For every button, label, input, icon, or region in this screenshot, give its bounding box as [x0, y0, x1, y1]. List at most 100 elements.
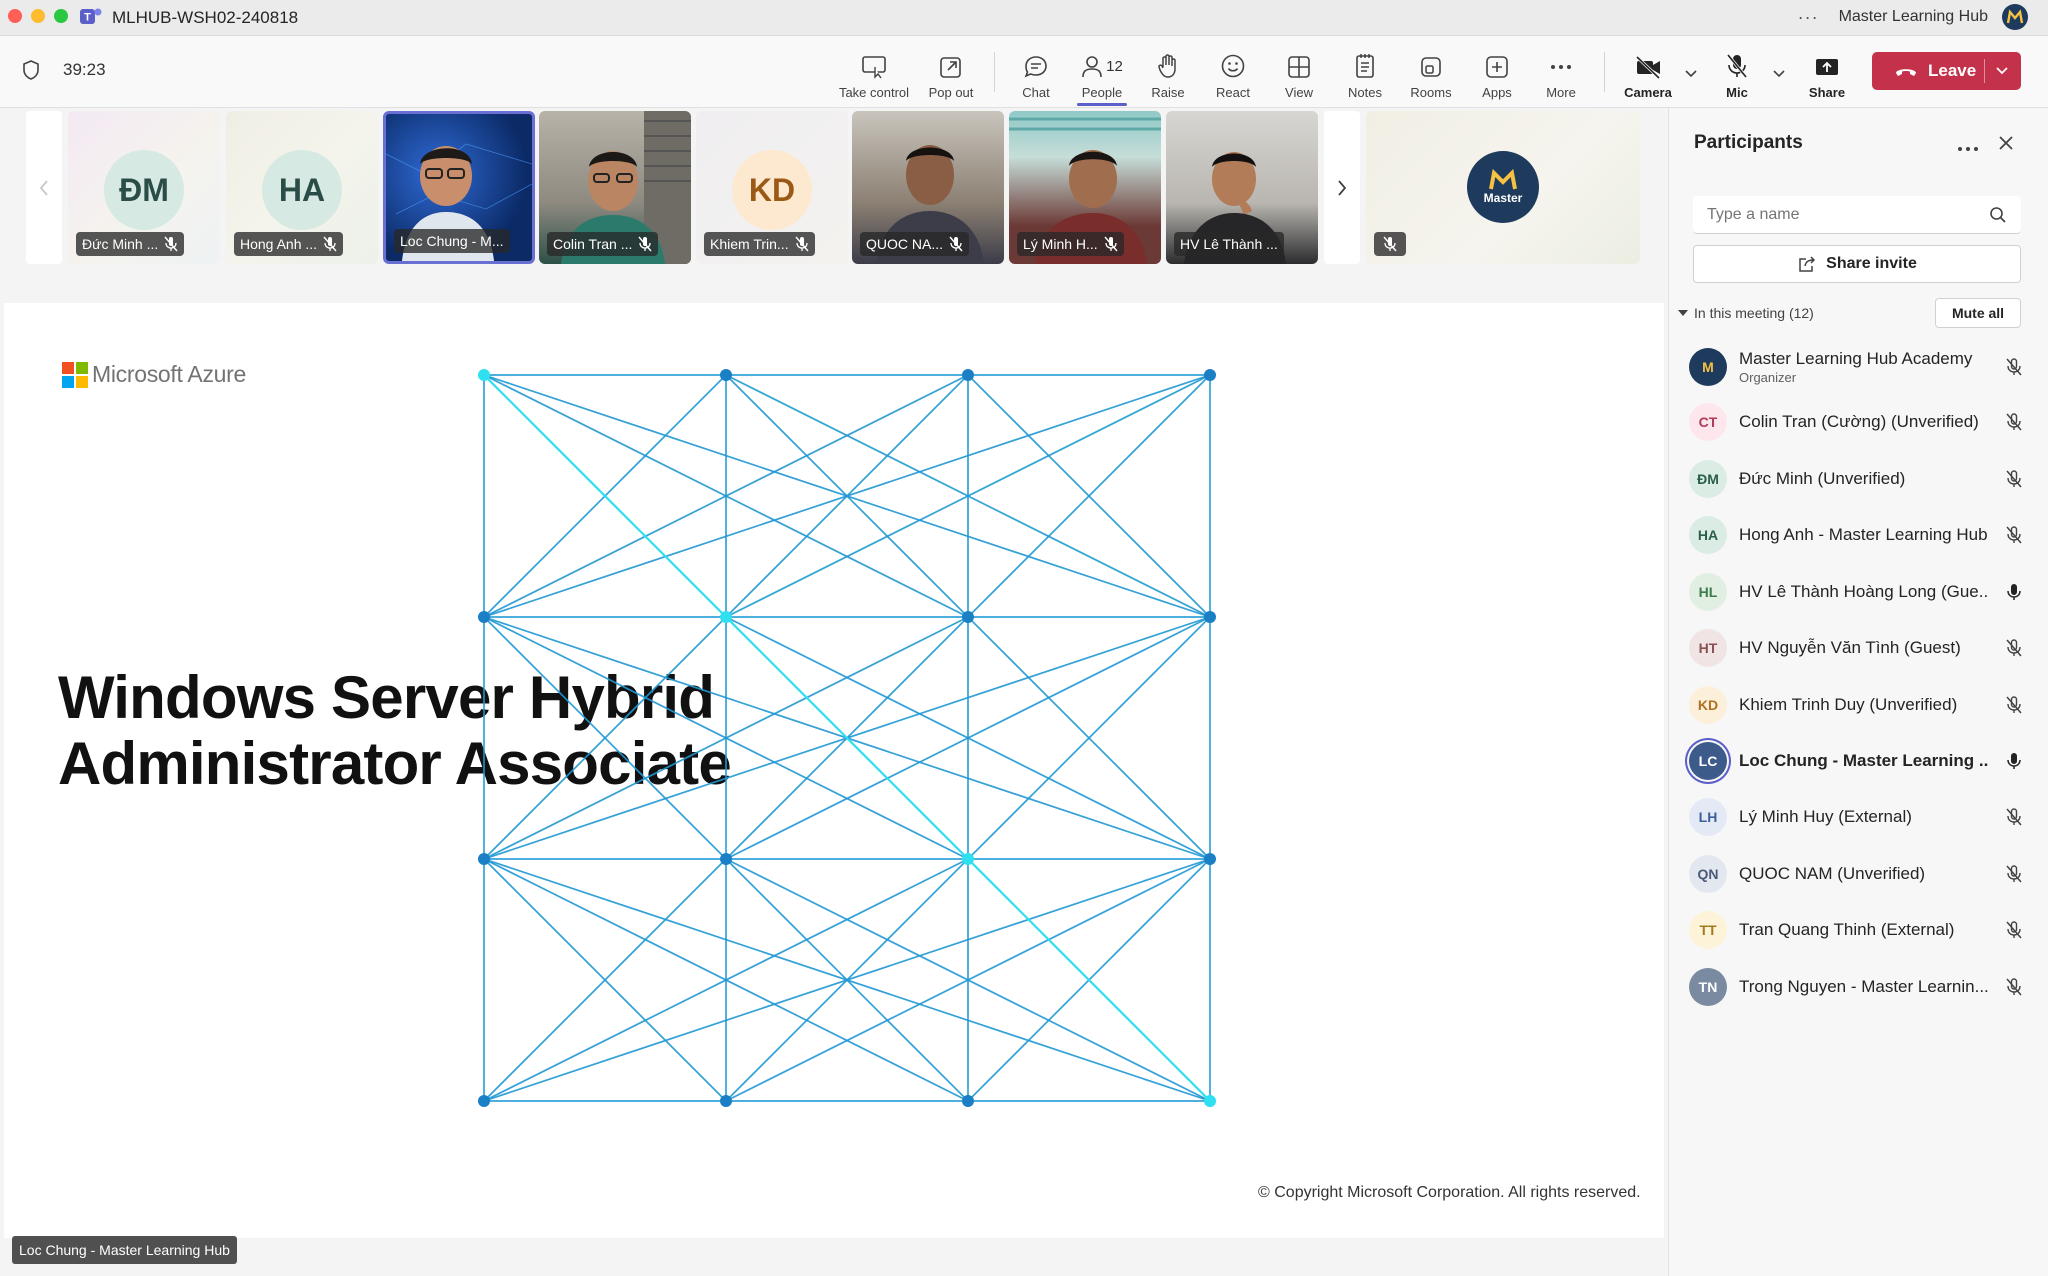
mic-muted-status[interactable]: [2005, 638, 2023, 663]
mic-off-icon: [1383, 236, 1397, 252]
react-button[interactable]: React: [1208, 44, 1258, 100]
gallery-tile-name: HV Lê Thành ...: [1174, 232, 1284, 256]
mic-off-icon: [2006, 808, 2022, 826]
slide-copyright: © Copyright Microsoft Corporation. All r…: [1258, 1184, 1641, 1201]
gallery-tile[interactable]: KD Khiem Trin...: [696, 111, 848, 264]
participant-row[interactable]: M Master Learning Hub Academy Organizer: [1689, 344, 2029, 390]
participant-role: Organizer: [1739, 370, 1797, 385]
mic-muted-status[interactable]: [2005, 807, 2023, 832]
notes-button[interactable]: Notes: [1340, 44, 1390, 100]
master-learning-hub-logo: Master: [1467, 151, 1539, 223]
participant-avatar: QN: [1689, 855, 1727, 893]
share-invite-button[interactable]: Share invite: [1693, 245, 2021, 283]
mic-muted-status[interactable]: [2005, 920, 2023, 945]
people-icon: [1082, 56, 1102, 78]
mic-muted-status[interactable]: [2005, 357, 2023, 382]
teams-meeting-window: T MLHUB-WSH02-240818 ··· Master Learning…: [0, 0, 2048, 1276]
participant-row[interactable]: CT Colin Tran (Cường) (Unverified): [1689, 399, 2029, 445]
participant-name: Khiem Trinh Duy (Unverified): [1739, 695, 1958, 714]
gallery-next-button[interactable]: [1324, 111, 1360, 264]
participant-row[interactable]: TT Tran Quang Thinh (External): [1689, 907, 2029, 953]
network-node: [962, 369, 974, 381]
more-label: More: [1546, 85, 1576, 100]
mic-off-icon: [949, 236, 963, 252]
in-meeting-section-toggle[interactable]: In this meeting (12): [1677, 305, 1814, 321]
gallery-tile[interactable]: ĐM Đức Minh ...: [68, 111, 220, 264]
gallery-tile[interactable]: Colin Tran ...: [539, 111, 691, 264]
participant-row[interactable]: LC Loc Chung - Master Learning ...: [1689, 738, 2029, 784]
search-participants[interactable]: [1693, 196, 2021, 234]
share-button[interactable]: Share: [1800, 44, 1854, 100]
panel-more-button[interactable]: [1957, 139, 1979, 157]
mic-off-icon: [2006, 470, 2022, 488]
participant-row[interactable]: ĐM Đức Minh (Unverified): [1689, 456, 2029, 502]
chat-button[interactable]: Chat: [1010, 44, 1062, 100]
chevron-left-icon: [39, 179, 48, 196]
take-control-button[interactable]: Take control: [836, 44, 912, 100]
mic-muted-status[interactable]: [2005, 864, 2023, 889]
participant-row[interactable]: KD Khiem Trinh Duy (Unverified): [1689, 682, 2029, 728]
rooms-button[interactable]: Rooms: [1404, 44, 1458, 100]
more-button[interactable]: More: [1536, 44, 1586, 100]
participant-row[interactable]: HL HV Lê Thành Hoàng Long (Gue...: [1689, 569, 2029, 615]
network-node: [478, 611, 490, 623]
people-button[interactable]: 12 People: [1074, 44, 1130, 106]
participant-avatar: HT: [1689, 629, 1727, 667]
participant-avatar: KD: [732, 150, 812, 230]
gallery-tile[interactable]: Lý Minh H...: [1009, 111, 1161, 264]
shared-screen: Microsoft Azure Windows Server Hybrid Ad…: [4, 303, 1664, 1238]
close-window-button[interactable]: [8, 9, 22, 23]
shield-icon: [22, 60, 40, 85]
minimize-window-button[interactable]: [31, 9, 45, 23]
share-icon: [1816, 59, 1838, 75]
zoom-window-button[interactable]: [54, 9, 68, 23]
mic-muted-status[interactable]: [2005, 525, 2023, 550]
mic-muted-status[interactable]: [2005, 977, 2023, 1002]
mic-on-icon: [2007, 584, 2021, 600]
more-options-button[interactable]: ···: [1798, 7, 1819, 28]
participant-row[interactable]: LH Lý Minh Huy (External): [1689, 794, 2029, 840]
mic-off-icon: [164, 236, 178, 252]
camera-options-chevron-icon[interactable]: [1684, 66, 1698, 84]
people-label: People: [1081, 85, 1123, 100]
self-mic-status: [1374, 232, 1406, 256]
take-control-label: Take control: [838, 85, 910, 100]
apps-button[interactable]: Apps: [1472, 44, 1522, 100]
close-icon: [1999, 136, 2013, 150]
mic-muted-status[interactable]: [2005, 469, 2023, 494]
mic-off-icon: [2006, 696, 2022, 714]
network-node: [720, 1095, 732, 1107]
mic-options-chevron-icon[interactable]: [1772, 66, 1786, 84]
leave-options-chevron-icon[interactable]: [1995, 66, 2009, 76]
mic-button[interactable]: Mic: [1712, 44, 1762, 100]
mic-on-status[interactable]: [2005, 582, 2023, 607]
participant-row[interactable]: QN QUOC NAM (Unverified): [1689, 851, 2029, 897]
gallery-prev-button[interactable]: [26, 111, 62, 264]
search-input[interactable]: [1693, 196, 1983, 234]
profile-avatar[interactable]: [2002, 4, 2028, 30]
view-button[interactable]: View: [1274, 44, 1324, 100]
pop-out-button[interactable]: Pop out: [920, 44, 982, 100]
mic-on-status[interactable]: [2005, 751, 2023, 776]
meeting-toolbar: 39:23 Take control Pop out Chat 12 Peopl…: [0, 36, 2048, 108]
mute-all-button[interactable]: Mute all: [1935, 298, 2021, 328]
gallery-tile[interactable]: HV Lê Thành ...: [1166, 111, 1318, 264]
participant-row[interactable]: HT HV Nguyễn Văn Tình (Guest): [1689, 625, 2029, 671]
camera-button[interactable]: Camera: [1620, 44, 1676, 100]
microsoft-logo-icon: [62, 361, 88, 388]
mic-muted-status[interactable]: [2005, 412, 2023, 437]
close-panel-button[interactable]: [1997, 134, 2015, 157]
mic-muted-status[interactable]: [2005, 695, 2023, 720]
self-view-tile[interactable]: Master: [1366, 111, 1640, 264]
gallery-tile[interactable]: HA Hong Anh ...: [226, 111, 378, 264]
gallery-tile-active-speaker[interactable]: Loc Chung - M...: [383, 111, 535, 264]
mic-off-icon: [2006, 865, 2022, 883]
participant-row[interactable]: TN Trong Nguyen - Master Learnin...: [1689, 964, 2029, 1010]
smile-icon: [1221, 54, 1245, 78]
participant-row[interactable]: HA Hong Anh - Master Learning Hub: [1689, 512, 2029, 558]
raise-hand-button[interactable]: Raise: [1144, 44, 1192, 100]
leave-button[interactable]: Leave: [1872, 52, 2021, 90]
gallery-tile[interactable]: QUOC NA...: [852, 111, 1004, 264]
view-label: View: [1285, 85, 1313, 100]
participant-name: Loc Chung - Master Learning ...: [1739, 751, 1989, 770]
